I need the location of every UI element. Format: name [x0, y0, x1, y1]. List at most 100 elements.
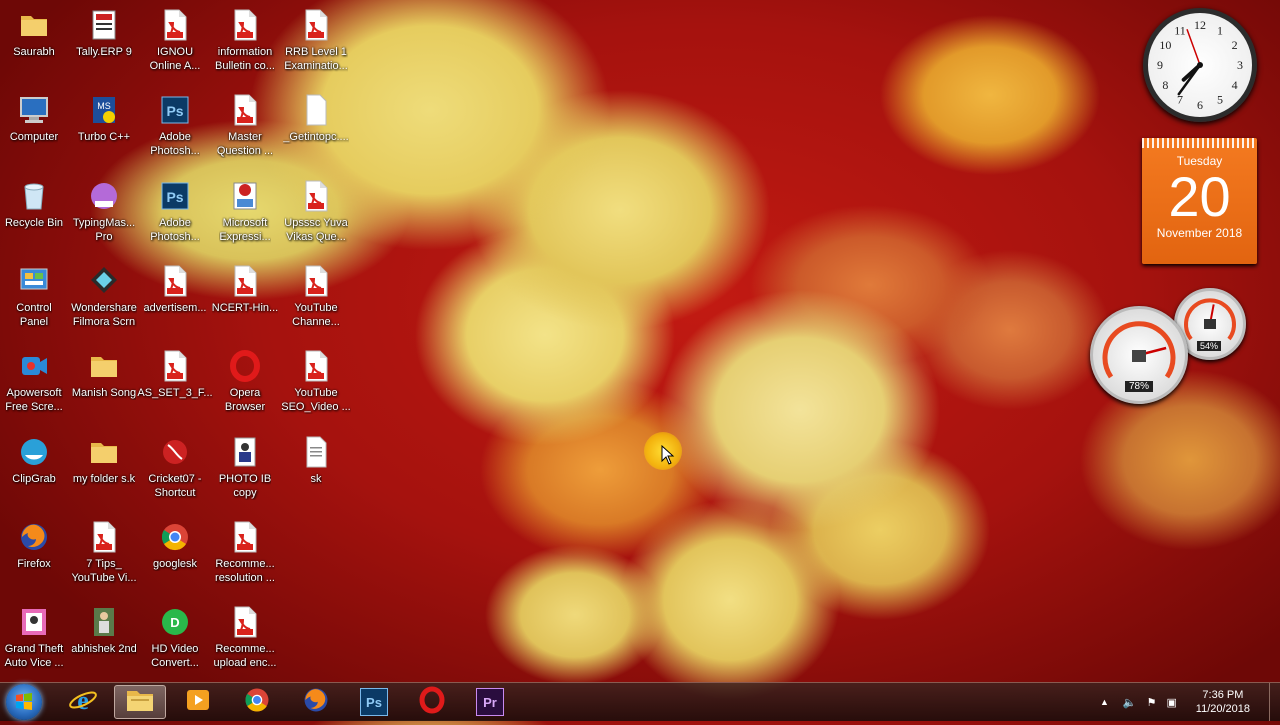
desktop-icon-hdvideo[interactable]: D HD Video Convert...: [140, 601, 210, 685]
photoshop-icon: Ps: [360, 688, 388, 716]
desktop-icon-clipgrab[interactable]: ClipGrab: [0, 431, 69, 515]
desktop-icon-label: Recycle Bin: [4, 216, 64, 229]
desktop-icon-firefox[interactable]: Firefox: [0, 516, 69, 600]
desktop-icon-control-panel[interactable]: Control Panel: [0, 260, 69, 344]
desktop-icon-manish-song[interactable]: Manish Song: [69, 345, 139, 429]
desktop-icon-label: YouTube Channe...: [292, 301, 340, 328]
desktop-icon-googlesk[interactable]: googlesk: [140, 516, 210, 600]
pdf-icon: [299, 264, 333, 298]
cpu-meter[interactable]: 78%: [1090, 306, 1188, 404]
desktop-icon-cricket[interactable]: Cricket07 - Shortcut: [140, 431, 210, 515]
firefox-icon: [17, 520, 51, 554]
folder-icon: [87, 435, 121, 469]
pdf-icon: [228, 520, 262, 554]
taskbar-premiere-button[interactable]: Pr: [464, 685, 516, 719]
desktop-icon-apowersoft[interactable]: Apowersoft Free Scre...: [0, 345, 69, 429]
blank-icon: [299, 93, 333, 127]
desktop-icon-recomme1[interactable]: Recomme... resolution ...: [210, 516, 280, 600]
desktop-icon-computer[interactable]: Computer: [0, 89, 69, 173]
desktop-icon-recomme2[interactable]: Recomme... upload enc...: [210, 601, 280, 685]
desktop-icon-label: YouTube SEO_Video ...: [281, 387, 351, 414]
desktop-icon-ignou[interactable]: IGNOU Online A...: [140, 4, 210, 88]
network-icon[interactable]: ▣: [1167, 696, 1177, 709]
svg-text:e: e: [77, 686, 89, 715]
desktop-icon-ncert[interactable]: NCERT-Hin...: [210, 260, 280, 344]
clock-numeral: 2: [1232, 38, 1238, 52]
desktop-icon-label: PHOTO IB copy: [218, 472, 272, 499]
desktop-icon-advertisement[interactable]: advertisem...: [140, 260, 210, 344]
show-desktop-button[interactable]: [1269, 683, 1280, 721]
desktop-icon-master-question[interactable]: Master Question ...: [210, 89, 280, 173]
desktop-icon-sk[interactable]: sk: [281, 431, 351, 515]
taskbar-chrome-button[interactable]: [231, 685, 283, 719]
pdf-icon: [228, 93, 262, 127]
desktop-icon-abhishek[interactable]: abhishek 2nd: [69, 601, 139, 685]
desktop-icon-expression[interactable]: Microsoft Expressi...: [210, 175, 280, 259]
chrome-icon: [158, 520, 192, 554]
desktop-icon-label: Control Panel: [16, 301, 52, 328]
desktop-icon-info-bulletin[interactable]: information Bulletin co...: [210, 4, 280, 88]
taskbar-ie-button[interactable]: e: [57, 685, 109, 719]
clipgrab-icon: [17, 435, 51, 469]
abhishek-icon: [87, 605, 121, 639]
memory-percent: 54%: [1197, 341, 1222, 351]
desktop-icon-opera[interactable]: Opera Browser: [210, 345, 280, 429]
taskbar-explorer-button[interactable]: [114, 685, 166, 719]
desktop-icon-label: 7 Tips_ YouTube Vi...: [71, 557, 137, 584]
clock-numeral: 4: [1232, 78, 1238, 92]
pdf-icon: [87, 520, 121, 554]
desktop-icon-label: Upsssc Yuva Vikas Que...: [284, 216, 348, 243]
ps-icon: Ps: [158, 93, 192, 127]
cpu-chip-icon: [1132, 350, 1146, 362]
tray-clock[interactable]: 7:36 PM 11/20/2018: [1193, 688, 1253, 716]
chrome-icon: [242, 685, 272, 720]
desktop-icon-turbo[interactable]: MS Turbo C++: [69, 89, 139, 173]
desktop-icon-my-folder[interactable]: my folder s.k: [69, 431, 139, 515]
desktop-icon-label: NCERT-Hin...: [211, 301, 279, 314]
desktop-icon-photo-ib[interactable]: PHOTO IB copy: [210, 431, 280, 515]
taskbar-photoshop-button[interactable]: Ps: [348, 685, 400, 719]
firefox-icon: [301, 685, 331, 720]
tray-time: 7:36 PM: [1202, 689, 1244, 701]
desktop-icon-photoshop1[interactable]: Ps Adobe Photosh...: [140, 89, 210, 173]
desktop-icon-label: Manish Song: [71, 387, 137, 400]
txt-icon: [299, 435, 333, 469]
desktop-icon-label: abhishek 2nd: [71, 643, 137, 656]
action-center-flag-icon[interactable]: ⚑: [1147, 696, 1157, 709]
start-button[interactable]: [6, 684, 42, 720]
taskbar-opera-button[interactable]: [406, 685, 458, 719]
desktop-icon-photoshop2[interactable]: Ps Adobe Photosh...: [140, 175, 210, 259]
desktop-icon-rrb[interactable]: RRB Level 1 Examinatio...: [281, 4, 351, 88]
desktop-icon-filmora[interactable]: Wondershare Filmora Scrn: [69, 260, 139, 344]
volume-icon[interactable]: 🔈: [1123, 696, 1137, 709]
clock-numeral: 6: [1197, 98, 1203, 112]
clock-gadget[interactable]: 12 1 2 3 4 5 6 7 8 9 10 11: [1143, 8, 1257, 122]
desktop-icon-label: Wondershare Filmora Scrn: [71, 301, 137, 328]
desktop-icon-tips[interactable]: 7 Tips_ YouTube Vi...: [69, 516, 139, 600]
desktop-icon-getintopc[interactable]: _Getintopc....: [281, 89, 351, 173]
calendar-gadget[interactable]: Tuesday 20 November 2018: [1142, 138, 1257, 264]
typing-icon: [87, 179, 121, 213]
desktop-icon-typingmaster[interactable]: TypingMas... Pro: [69, 175, 139, 259]
desktop-icon-tally[interactable]: Tally.ERP 9: [69, 4, 139, 88]
desktop-icon-gta[interactable]: Grand Theft Auto Vice ...: [0, 601, 69, 685]
desktop-icon-label: Adobe Photosh...: [150, 216, 200, 243]
hdvideo-icon: D: [158, 605, 192, 639]
desktop-icon-upsssc[interactable]: Upsssc Yuva Vikas Que...: [281, 175, 351, 259]
taskbar-media-button[interactable]: [172, 685, 224, 719]
desktop-icon-saurabh[interactable]: Saurabh: [0, 4, 69, 88]
clock-numeral: 9: [1157, 58, 1163, 72]
taskbar-firefox-button[interactable]: [290, 685, 342, 719]
desktop-icon-label: Recomme... upload enc...: [213, 643, 277, 670]
desktop-icon-label: _Getintopc....: [283, 131, 349, 144]
desktop-icon-youtube-seo[interactable]: YouTube SEO_Video ...: [281, 345, 351, 429]
control-icon: [17, 264, 51, 298]
desktop-icon-youtube-channel[interactable]: YouTube Channe...: [281, 260, 351, 344]
desktop-icon-label: Adobe Photosh...: [150, 131, 200, 158]
clock-numeral: 1: [1217, 23, 1223, 37]
desktop-icon-label: Turbo C++: [77, 131, 131, 144]
desktop-icon-label: Microsoft Expressi...: [219, 216, 271, 243]
desktop-icon-recycle[interactable]: Recycle Bin: [0, 175, 69, 259]
tray-expand-icon[interactable]: ▲: [1100, 697, 1109, 707]
desktop-icon-as-set[interactable]: AS_SET_3_F...: [137, 345, 213, 429]
